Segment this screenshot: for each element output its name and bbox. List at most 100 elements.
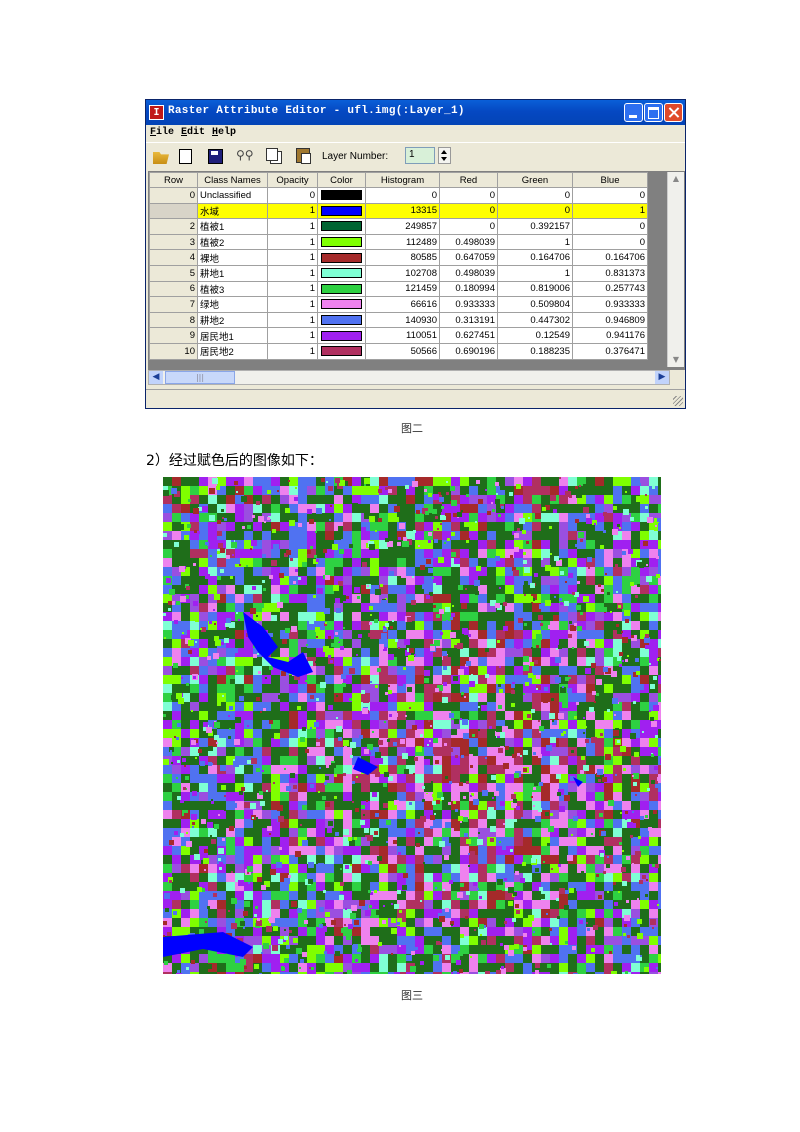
- class-name-cell[interactable]: Unclassified: [197, 187, 268, 204]
- blue-cell[interactable]: 0: [572, 233, 648, 251]
- opacity-cell[interactable]: 1: [267, 327, 318, 344]
- green-cell[interactable]: 0.164706: [497, 249, 573, 266]
- color-swatch[interactable]: [321, 330, 362, 341]
- opacity-cell[interactable]: 1: [267, 249, 318, 266]
- layer-number-spinner[interactable]: [438, 147, 451, 164]
- column-header-class-names[interactable]: Class Names: [197, 172, 268, 188]
- blue-cell[interactable]: 0.946809: [572, 311, 648, 329]
- opacity-cell[interactable]: 1: [267, 218, 318, 235]
- green-cell[interactable]: 0.12549: [497, 327, 573, 344]
- column-properties-icon[interactable]: ⚲⚲: [236, 148, 254, 164]
- red-cell[interactable]: 0.627451: [439, 327, 498, 344]
- red-cell[interactable]: 0.647059: [439, 249, 498, 266]
- horizontal-scrollbar[interactable]: ◀ ||| ▶: [148, 370, 670, 385]
- red-cell[interactable]: 0.933333: [439, 296, 498, 313]
- green-cell[interactable]: 1: [497, 264, 573, 282]
- histogram-cell[interactable]: 112489: [365, 233, 440, 251]
- new-document-icon[interactable]: [179, 149, 192, 164]
- scroll-down-icon[interactable]: ▼: [668, 353, 684, 367]
- color-cell[interactable]: [317, 296, 366, 313]
- save-icon[interactable]: [208, 149, 223, 164]
- blue-cell[interactable]: 0.831373: [572, 264, 648, 282]
- blue-cell[interactable]: 0: [572, 187, 648, 204]
- class-name-cell[interactable]: 裸地: [197, 249, 268, 266]
- table-row[interactable]: 0 Unclassified 0 0 0 0 0: [149, 187, 648, 204]
- open-folder-icon[interactable]: [153, 152, 169, 164]
- red-cell[interactable]: 0: [439, 218, 498, 235]
- red-cell[interactable]: 0.498039: [439, 233, 498, 251]
- row-number-cell[interactable]: 8: [149, 311, 198, 329]
- row-number-cell[interactable]: [149, 202, 198, 220]
- class-name-cell[interactable]: 绿地: [197, 296, 268, 313]
- red-cell[interactable]: 0.498039: [439, 264, 498, 282]
- color-cell[interactable]: [317, 342, 366, 360]
- grid-vertical-scrollbar[interactable]: ▲ ▼: [667, 172, 684, 367]
- color-swatch[interactable]: [321, 268, 362, 279]
- opacity-cell[interactable]: 1: [267, 296, 318, 313]
- row-number-cell[interactable]: 6: [149, 280, 198, 298]
- class-name-cell[interactable]: 水域: [197, 202, 268, 220]
- column-header-red[interactable]: Red: [439, 172, 498, 188]
- color-cell[interactable]: [317, 280, 366, 298]
- green-cell[interactable]: 0.392157: [497, 218, 573, 235]
- red-cell[interactable]: 0: [439, 187, 498, 204]
- red-cell[interactable]: 0.690196: [439, 342, 498, 360]
- color-cell[interactable]: [317, 218, 366, 235]
- scroll-left-icon[interactable]: ◀: [149, 371, 163, 384]
- blue-cell[interactable]: 1: [572, 202, 648, 220]
- opacity-cell[interactable]: 1: [267, 342, 318, 360]
- opacity-cell[interactable]: 1: [267, 280, 318, 298]
- red-cell[interactable]: 0: [439, 202, 498, 220]
- blue-cell[interactable]: 0.164706: [572, 249, 648, 266]
- color-swatch[interactable]: [321, 205, 362, 216]
- column-header-row[interactable]: Row: [149, 172, 198, 188]
- class-name-cell[interactable]: 植被3: [197, 280, 268, 298]
- green-cell[interactable]: 0.447302: [497, 311, 573, 329]
- green-cell[interactable]: 0: [497, 187, 573, 204]
- spin-down-icon[interactable]: [441, 157, 447, 161]
- spin-up-icon[interactable]: [441, 150, 447, 154]
- color-swatch[interactable]: [321, 252, 362, 263]
- table-row[interactable]: 9 居民地1 1 110051 0.627451 0.12549 0.941176: [149, 327, 648, 344]
- paste-icon[interactable]: [296, 148, 311, 164]
- histogram-cell[interactable]: 80585: [365, 249, 440, 266]
- resize-grip-icon[interactable]: [673, 396, 683, 406]
- close-button[interactable]: [664, 103, 683, 122]
- table-row[interactable]: 水域 1 13315 0 0 1: [149, 202, 648, 220]
- table-row[interactable]: 7 绿地 1 66616 0.933333 0.509804 0.933333: [149, 296, 648, 313]
- color-cell[interactable]: [317, 249, 366, 266]
- table-row[interactable]: 5 耕地1 1 102708 0.498039 1 0.831373: [149, 264, 648, 282]
- blue-cell[interactable]: 0.933333: [572, 296, 648, 313]
- green-cell[interactable]: 0: [497, 202, 573, 220]
- histogram-cell[interactable]: 110051: [365, 327, 440, 344]
- table-row[interactable]: 2 植被1 1 249857 0 0.392157 0: [149, 218, 648, 235]
- histogram-cell[interactable]: 13315: [365, 202, 440, 220]
- color-cell[interactable]: [317, 327, 366, 344]
- row-number-cell[interactable]: 2: [149, 218, 198, 235]
- menu-edit[interactable]: Edit: [181, 127, 205, 138]
- green-cell[interactable]: 1: [497, 233, 573, 251]
- histogram-cell[interactable]: 121459: [365, 280, 440, 298]
- column-header-color[interactable]: Color: [317, 172, 366, 188]
- histogram-cell[interactable]: 140930: [365, 311, 440, 329]
- menu-file[interactable]: File: [150, 127, 174, 138]
- layer-number-input[interactable]: 1: [405, 147, 435, 164]
- color-cell[interactable]: [317, 187, 366, 204]
- blue-cell[interactable]: 0: [572, 218, 648, 235]
- histogram-cell[interactable]: 50566: [365, 342, 440, 360]
- color-cell[interactable]: [317, 311, 366, 329]
- scroll-thumb[interactable]: |||: [165, 371, 235, 384]
- column-header-green[interactable]: Green: [497, 172, 573, 188]
- color-swatch[interactable]: [321, 299, 362, 310]
- row-number-cell[interactable]: 5: [149, 264, 198, 282]
- scroll-right-icon[interactable]: ▶: [655, 371, 669, 384]
- blue-cell[interactable]: 0.376471: [572, 342, 648, 360]
- column-header-histogram[interactable]: Histogram: [365, 172, 440, 188]
- minimize-button[interactable]: [624, 103, 643, 122]
- color-swatch[interactable]: [321, 283, 362, 294]
- scroll-up-icon[interactable]: ▲: [668, 172, 684, 186]
- class-name-cell[interactable]: 植被2: [197, 233, 268, 251]
- opacity-cell[interactable]: 1: [267, 202, 318, 220]
- histogram-cell[interactable]: 0: [365, 187, 440, 204]
- histogram-cell[interactable]: 102708: [365, 264, 440, 282]
